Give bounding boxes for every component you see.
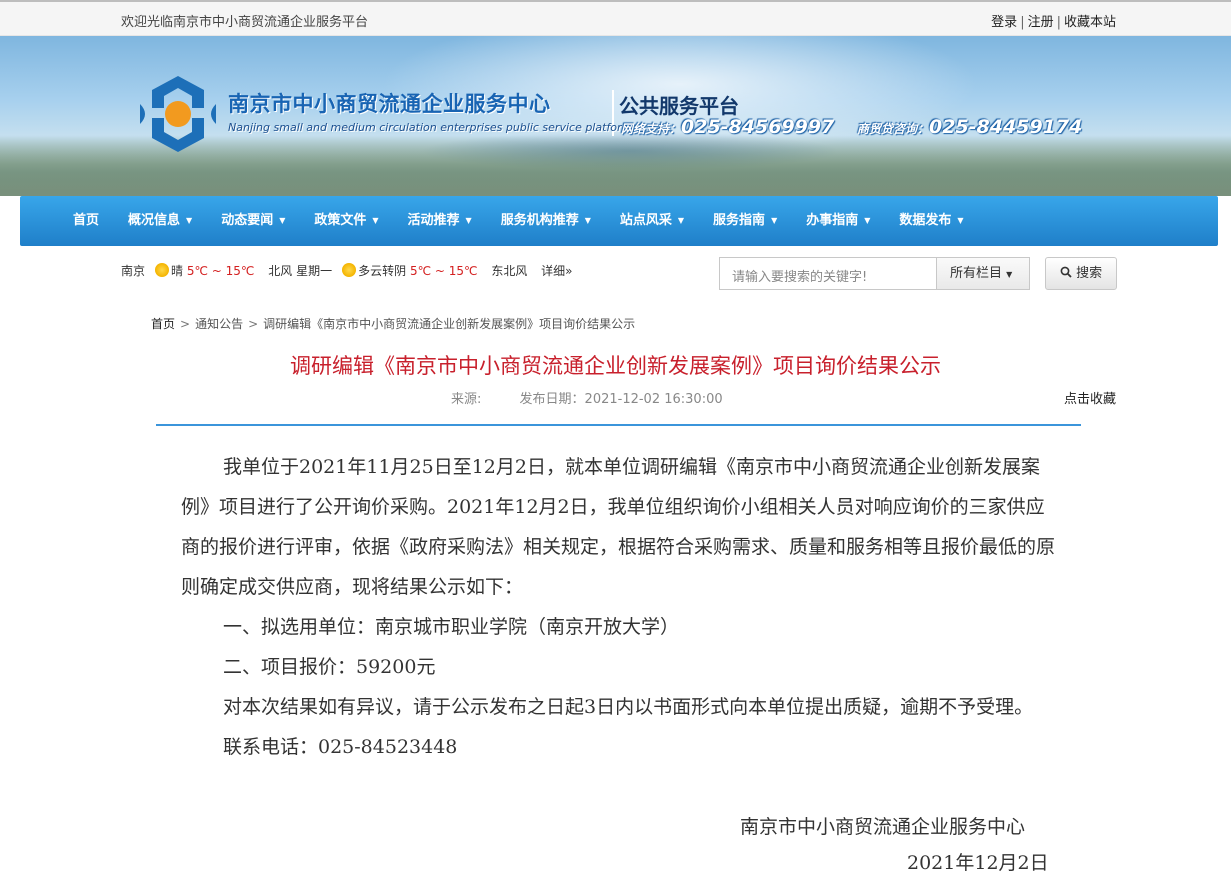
login-link[interactable]: 登录	[991, 15, 1017, 30]
signature-organization: 南京市中小商贸流通企业服务中心	[740, 816, 1026, 838]
register-link[interactable]: 注册	[1028, 15, 1054, 30]
caret-down-icon: ▼	[372, 216, 379, 225]
nav-item-data-release[interactable]: 数据发布 ▼	[899, 196, 963, 246]
breadcrumb-current: 调研编辑《南京市中小商贸流通企业创新发展案例》项目询价结果公示	[263, 317, 636, 331]
nav-item-service-agencies[interactable]: 服务机构推荐 ▼	[501, 196, 591, 246]
signature-date: 2021年12月2日	[907, 852, 1049, 874]
nav-item-home[interactable]: 首页	[73, 196, 99, 246]
nav-item-label: 服务机构推荐	[500, 213, 579, 228]
search-icon	[1060, 266, 1072, 278]
favorite-link[interactable]: 点击收藏	[1064, 388, 1116, 407]
title-divider	[156, 424, 1081, 426]
nav-item-label: 概况信息	[128, 213, 181, 228]
network-support: 网络支持：025-84569997	[621, 116, 834, 138]
nav-item-overview[interactable]: 概况信息 ▼	[128, 196, 192, 246]
article-source: 来源:	[451, 392, 482, 407]
breadcrumb-section[interactable]: 通知公告	[195, 317, 243, 331]
weather-today-wind: 北风	[268, 264, 293, 278]
caret-down-icon: ▼	[465, 216, 472, 225]
caret-down-icon: ▼	[771, 216, 778, 225]
article-body: 我单位于2021年11月25日至12月2日，就本单位调研编辑《南京市中小商贸流通…	[181, 447, 1061, 767]
weather-next-temp: 5℃ ~ 15℃	[409, 264, 478, 278]
site-title: 南京市中小商贸流通企业服务中心	[228, 92, 551, 116]
search-scope-label: 所有栏目	[950, 266, 1003, 281]
sun-icon	[155, 263, 170, 277]
weather-widget: 南京 晴 5℃ ~ 15℃ 北风 星期一 多云转阴 5℃ ~ 15℃ 东北风 详细»	[121, 262, 573, 279]
article-date-label: 发布日期：	[519, 392, 585, 407]
weather-today-condition: 晴	[171, 264, 184, 278]
weather-details-link[interactable]: 详细»	[541, 264, 572, 278]
article-paragraph: 对本次结果如有异议，请于公示发布之日起3日内以书面形式向本单位提出质疑，逾期不予…	[223, 696, 1034, 718]
caret-down-icon: ▼	[186, 216, 193, 225]
main-nav: 首页 概况信息 ▼ 动态要闻 ▼ 政策文件 ▼ 活动推荐 ▼ 服务机构推荐 ▼ 站点风采 ▼…	[20, 196, 1218, 246]
breadcrumb-home[interactable]: 首页	[151, 317, 175, 331]
breadcrumb: 首页 > 通知公告 > 调研编辑《南京市中小商贸流通企业创新发展案例》项目询价结果公示	[151, 315, 635, 332]
nav-item-label: 活动推荐	[407, 213, 460, 228]
caret-down-icon: ▼	[279, 216, 286, 225]
separator: |	[1020, 15, 1025, 30]
search-button[interactable]: 搜索	[1045, 257, 1117, 290]
search-input[interactable]: 请输入要搜索的关键字!	[719, 257, 937, 290]
nav-item-label: 办事指南	[806, 213, 859, 228]
caret-down-icon: ▼	[1006, 270, 1013, 279]
nav-item-service-guide[interactable]: 服务指南 ▼	[713, 196, 777, 246]
top-bar: 欢迎光临南京市中小商贸流通企业服务平台 登录 | 注册 | 收藏本站	[0, 0, 1231, 36]
caret-down-icon: ▼	[864, 216, 871, 225]
breadcrumb-separator: >	[248, 317, 259, 331]
nav-item-policy[interactable]: 政策文件 ▼	[314, 196, 378, 246]
weather-next-condition: 多云转阴	[358, 264, 407, 278]
caret-down-icon: ▼	[677, 216, 685, 225]
search-button-label: 搜索	[1076, 266, 1103, 281]
nav-item-station-showcase[interactable]: 站点风采 ▼	[620, 196, 684, 246]
nav-item-label: 政策文件	[314, 213, 367, 228]
nav-item-label: 首页	[73, 213, 100, 228]
network-support-label: 网络支持：	[621, 122, 682, 136]
loan-consult: 商贸贷咨询：025-84459174	[857, 116, 1082, 138]
caret-down-icon: ▼	[584, 216, 591, 225]
sun-icon	[342, 263, 357, 277]
article-title: 调研编辑《南京市中小商贸流通企业创新发展案例》项目询价结果公示	[290, 354, 941, 378]
nav-item-affairs-guide[interactable]: 办事指南 ▼	[806, 196, 870, 246]
article-paragraph: 一、拟选用单位：南京城市职业学院（南京开放大学）	[223, 616, 680, 638]
loan-consult-phone: 025-84459174	[929, 116, 1083, 138]
caret-down-icon: ▼	[957, 216, 964, 225]
weather-next-wind: 东北风	[491, 264, 528, 278]
weather-today-temp: 5℃ ~ 15℃	[186, 264, 255, 278]
search-scope-dropdown[interactable]: 所有栏目 ▼	[936, 257, 1030, 290]
separator: |	[1056, 15, 1061, 30]
article-date: 2021-12-02 16:30:00	[584, 392, 723, 407]
article-meta: 来源: 发布日期：2021-12-02 16:30:00	[451, 388, 723, 407]
site-logo-icon[interactable]	[138, 74, 218, 154]
article-paragraph: 我单位于2021年11月25日至12月2日，就本单位调研编辑《南京市中小商贸流通…	[181, 456, 1056, 598]
article-paragraph: 联系电话：025-84523448	[223, 736, 458, 758]
nav-item-events[interactable]: 活动推荐 ▼	[408, 196, 472, 246]
account-links: 登录 | 注册 | 收藏本站	[991, 11, 1116, 30]
article-paragraph: 二、项目报价：59200元	[223, 656, 436, 678]
nav-item-label: 动态要闻	[221, 213, 274, 228]
network-support-phone: 025-84569997	[681, 116, 835, 138]
loan-consult-label: 商贸贷咨询：	[857, 122, 930, 136]
nav-item-news[interactable]: 动态要闻 ▼	[221, 196, 285, 246]
weather-city: 南京	[121, 264, 146, 278]
welcome-text: 欢迎光临南京市中小商贸流通企业服务平台	[121, 15, 369, 30]
bookmark-link[interactable]: 收藏本站	[1064, 15, 1116, 30]
breadcrumb-separator: >	[180, 317, 191, 331]
nav-item-label: 服务指南	[713, 213, 766, 228]
platform-title: 公共服务平台	[619, 94, 739, 118]
nav-item-label: 站点风采	[619, 213, 672, 228]
weather-today-day: 星期一	[296, 264, 333, 278]
nav-item-label: 数据发布	[899, 213, 952, 228]
site-title-english: Nanjing small and medium circulation ent…	[228, 121, 633, 134]
